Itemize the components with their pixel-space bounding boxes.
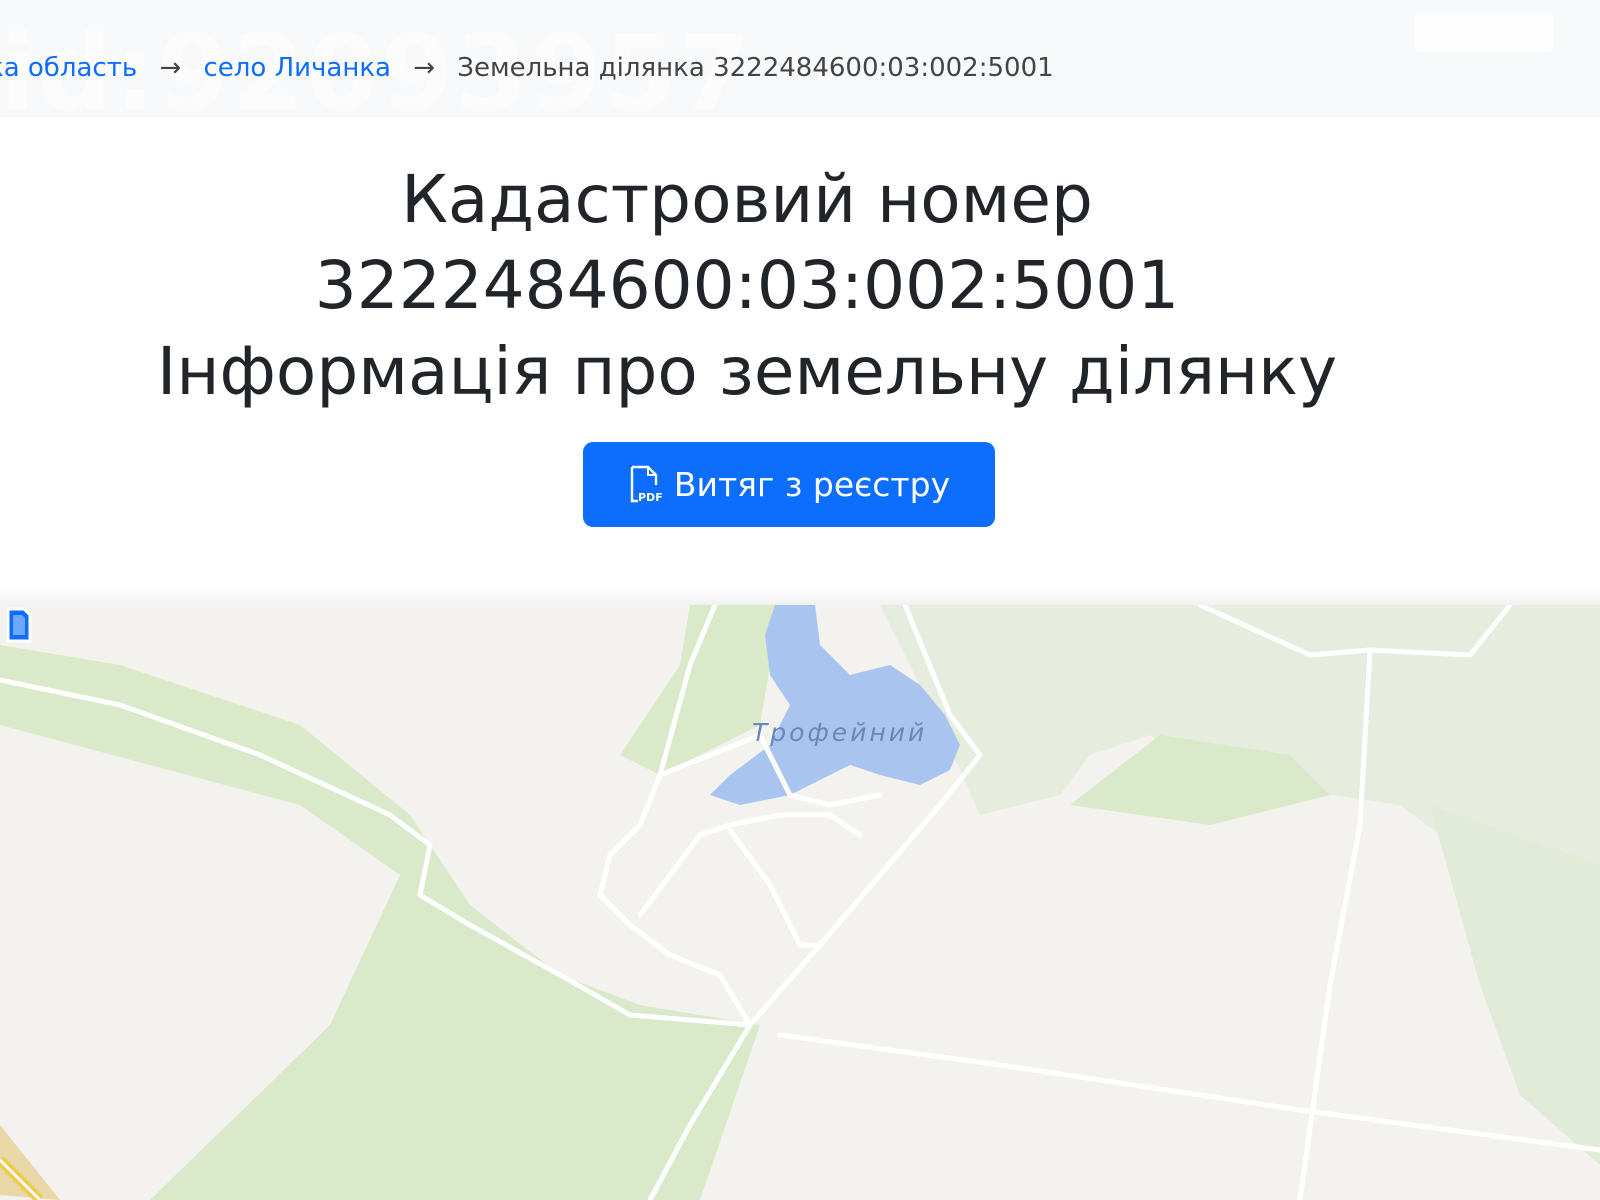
- extract-button[interactable]: PDF Витяг з реєстру: [583, 442, 995, 527]
- breadcrumb-item-region[interactable]: ка область: [0, 53, 137, 83]
- page-header: Кадастровий номер 3222484600:03:002:5001…: [0, 117, 1600, 587]
- title-line-cadastral-number: 3222484600:03:002:5001: [314, 247, 1180, 324]
- breadcrumb-separator: →: [413, 53, 436, 83]
- breadcrumb-separator: →: [159, 53, 182, 83]
- parcel-marker-icon[interactable]: [0, 605, 38, 645]
- breadcrumb-current: Земельна ділянка 3222484600:03:002:5001: [457, 53, 1054, 83]
- extract-button-label: Витяг з реєстру: [673, 465, 951, 504]
- top-right-widget[interactable]: [1414, 14, 1554, 52]
- breadcrumb-item-village[interactable]: село Личанка: [204, 53, 391, 83]
- breadcrumb-bar: id:92093957 ка область → село Личанка → …: [0, 0, 1600, 117]
- map[interactable]: Трофейний: [0, 605, 1600, 1200]
- lake-label: Трофейний: [752, 718, 928, 747]
- page-title: Кадастровий номер 3222484600:03:002:5001…: [0, 157, 1600, 415]
- pdf-file-icon: PDF: [630, 465, 662, 504]
- breadcrumb: ка область → село Личанка → Земельна діл…: [0, 51, 1054, 85]
- map-top-shadow: [0, 587, 1600, 607]
- title-line-cadastral-label: Кадастровий номер: [401, 161, 1093, 238]
- title-line-info: Інформація про земельну ділянку: [156, 333, 1338, 410]
- map-canvas: [0, 605, 1600, 1200]
- svg-text:PDF: PDF: [638, 491, 662, 504]
